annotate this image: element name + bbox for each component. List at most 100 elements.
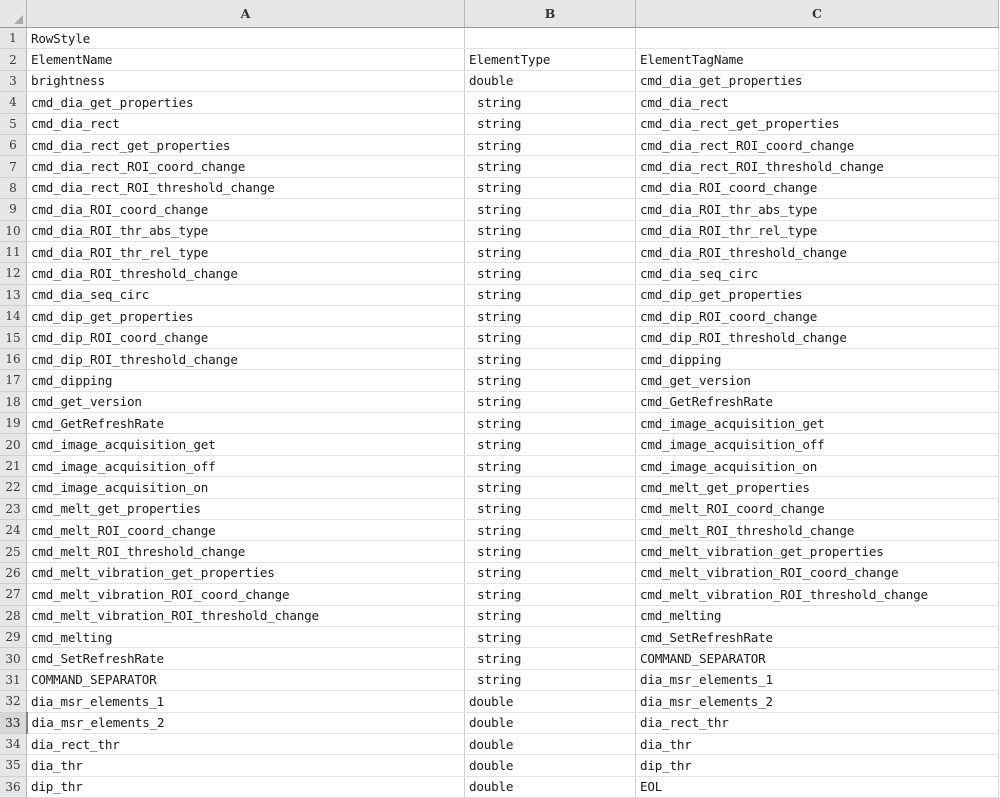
table-row[interactable]: 1 RowStyle: [0, 27, 999, 50]
cell-A3[interactable]: brightness: [26, 70, 465, 93]
table-row[interactable]: 24 cmd_melt_ROI_coord_change string cmd_mel…: [0, 519, 999, 542]
row-header[interactable]: 33: [0, 712, 28, 734]
table-row[interactable]: 23 cmd_melt_get_properties string cmd_melt_…: [0, 498, 999, 520]
cell-C31[interactable]: dia_msr_elements_1: [635, 669, 999, 692]
column-header-a[interactable]: A: [26, 0, 465, 28]
table-row[interactable]: 5 cmd_dia_rect string cmd_dia_rect_get_prop…: [0, 113, 999, 135]
cell-C26[interactable]: cmd_melt_vibration_ROI_coord_change: [635, 562, 999, 585]
table-row[interactable]: 2 ElementName ElementType ElementTagName: [0, 48, 999, 71]
row-header[interactable]: 27: [0, 583, 27, 606]
cell-B26[interactable]: string: [464, 562, 636, 585]
cell-B29[interactable]: string: [464, 626, 636, 649]
cell-C15[interactable]: cmd_dip_ROI_threshold_change: [635, 326, 999, 349]
cell-C29[interactable]: cmd_SetRefreshRate: [635, 626, 999, 649]
cell-C22[interactable]: cmd_melt_get_properties: [635, 476, 999, 499]
cell-B1[interactable]: [464, 27, 636, 50]
table-row[interactable]: 29 cmd_melting string cmd_SetRefreshRate: [0, 626, 999, 649]
row-header[interactable]: 20: [0, 433, 27, 456]
row-header[interactable]: 18: [0, 391, 27, 414]
cell-C3[interactable]: cmd_dia_get_properties: [635, 70, 999, 93]
cell-B4[interactable]: string: [464, 91, 636, 114]
cell-A35[interactable]: dia_thr: [26, 754, 465, 777]
cell-A5[interactable]: cmd_dia_rect: [26, 113, 465, 135]
table-row[interactable]: 19 cmd_GetRefreshRate string cmd_image_acqu…: [0, 412, 999, 435]
row-header[interactable]: 3: [0, 70, 27, 93]
row-header[interactable]: 17: [0, 369, 27, 392]
table-row[interactable]: 7 cmd_dia_rect_ROI_coord_change string cmd_…: [0, 155, 999, 178]
row-header[interactable]: 4: [0, 91, 27, 114]
row-header[interactable]: 5: [0, 113, 27, 135]
cell-A22[interactable]: cmd_image_acquisition_on: [26, 476, 465, 499]
cell-A31[interactable]: COMMAND_SEPARATOR: [26, 669, 465, 692]
row-header[interactable]: 23: [0, 498, 27, 520]
cell-B13[interactable]: string: [464, 284, 636, 307]
table-row[interactable]: 26 cmd_melt_vibration_get_properties strin…: [0, 562, 999, 585]
cell-A34[interactable]: dia_rect_thr: [26, 733, 465, 756]
row-header[interactable]: 13: [0, 284, 27, 307]
cell-C2[interactable]: ElementTagName: [635, 48, 999, 71]
cell-C9[interactable]: cmd_dia_ROI_thr_abs_type: [635, 198, 999, 221]
cell-C25[interactable]: cmd_melt_vibration_get_properties: [635, 540, 999, 563]
column-header-b[interactable]: B: [464, 0, 636, 28]
cell-A18[interactable]: cmd_get_version: [26, 391, 465, 414]
cell-C23[interactable]: cmd_melt_ROI_coord_change: [635, 498, 999, 520]
cell-A15[interactable]: cmd_dip_ROI_coord_change: [26, 326, 465, 349]
cell-C11[interactable]: cmd_dia_ROI_threshold_change: [635, 241, 999, 264]
cell-A11[interactable]: cmd_dia_ROI_thr_rel_type: [26, 241, 465, 264]
row-header[interactable]: 10: [0, 220, 27, 242]
table-row[interactable]: 12 cmd_dia_ROI_threshold_change string cmd_…: [0, 262, 999, 285]
cell-A12[interactable]: cmd_dia_ROI_threshold_change: [26, 262, 465, 285]
cell-B36[interactable]: double: [464, 776, 636, 798]
cell-C14[interactable]: cmd_dip_ROI_coord_change: [635, 305, 999, 328]
row-header[interactable]: 11: [0, 241, 27, 264]
cell-B9[interactable]: string: [464, 198, 636, 221]
table-row[interactable]: 20 cmd_image_acquisition_get string cmd_ima…: [0, 433, 999, 456]
table-row[interactable]: 21 cmd_image_acquisition_off string cmd_ima…: [0, 455, 999, 478]
column-header-c[interactable]: C: [635, 0, 999, 28]
cell-B2[interactable]: ElementType: [464, 48, 636, 71]
table-row[interactable]: 32 dia_msr_elements_1 double dia_msr_elemen…: [0, 690, 999, 713]
cell-B23[interactable]: string: [464, 498, 636, 520]
cell-B11[interactable]: string: [464, 241, 636, 264]
cell-A16[interactable]: cmd_dip_ROI_threshold_change: [26, 348, 465, 371]
cell-C5[interactable]: cmd_dia_rect_get_properties: [635, 113, 999, 135]
row-header[interactable]: 31: [0, 669, 27, 692]
cell-A14[interactable]: cmd_dip_get_properties: [26, 305, 465, 328]
row-header[interactable]: 1: [0, 27, 27, 50]
cell-A13[interactable]: cmd_dia_seq_circ: [26, 284, 465, 307]
cell-B18[interactable]: string: [464, 391, 636, 414]
cell-A25[interactable]: cmd_melt_ROI_threshold_change: [26, 540, 465, 563]
table-row[interactable]: 10 cmd_dia_ROI_thr_abs_type string cmd_dia_…: [0, 220, 999, 242]
row-header[interactable]: 7: [0, 155, 27, 178]
table-row[interactable]: 28 cmd_melt_vibration_ROI_threshold_chang…: [0, 605, 999, 627]
cell-B30[interactable]: string: [464, 647, 636, 670]
cell-A23[interactable]: cmd_melt_get_properties: [26, 498, 465, 520]
cell-C7[interactable]: cmd_dia_rect_ROI_threshold_change: [635, 155, 999, 178]
table-row[interactable]: 11 cmd_dia_ROI_thr_rel_type string cmd_dia_…: [0, 241, 999, 264]
cell-A8[interactable]: cmd_dia_rect_ROI_threshold_change: [26, 177, 465, 200]
cell-B12[interactable]: string: [464, 262, 636, 285]
cell-A19[interactable]: cmd_GetRefreshRate: [26, 412, 465, 435]
table-row[interactable]: 17 cmd_dipping string cmd_get_version: [0, 369, 999, 392]
row-header[interactable]: 12: [0, 262, 27, 285]
cell-C8[interactable]: cmd_dia_ROI_coord_change: [635, 177, 999, 200]
row-header[interactable]: 8: [0, 177, 27, 200]
cell-A6[interactable]: cmd_dia_rect_get_properties: [26, 134, 465, 157]
cell-C20[interactable]: cmd_image_acquisition_off: [635, 433, 999, 456]
cell-C34[interactable]: dia_thr: [635, 733, 999, 756]
cell-A1[interactable]: RowStyle: [26, 27, 465, 50]
cell-C32[interactable]: dia_msr_elements_2: [635, 690, 999, 713]
cell-A7[interactable]: cmd_dia_rect_ROI_coord_change: [26, 155, 465, 178]
cell-B6[interactable]: string: [464, 134, 636, 157]
row-header[interactable]: 19: [0, 412, 27, 435]
cell-B7[interactable]: string: [464, 155, 636, 178]
cell-C36[interactable]: EOL: [635, 776, 999, 798]
cell-A27[interactable]: cmd_melt_vibration_ROI_coord_change: [26, 583, 465, 606]
table-row[interactable]: 35 dia_thr double dip_thr: [0, 754, 999, 777]
cell-C18[interactable]: cmd_GetRefreshRate: [635, 391, 999, 414]
cell-C6[interactable]: cmd_dia_rect_ROI_coord_change: [635, 134, 999, 157]
row-header[interactable]: 22: [0, 476, 27, 499]
table-row[interactable]: 9 cmd_dia_ROI_coord_change string cmd_dia_R…: [0, 198, 999, 221]
cell-B25[interactable]: string: [464, 540, 636, 563]
table-row[interactable]: 25 cmd_melt_ROI_threshold_change string cmd…: [0, 540, 999, 563]
